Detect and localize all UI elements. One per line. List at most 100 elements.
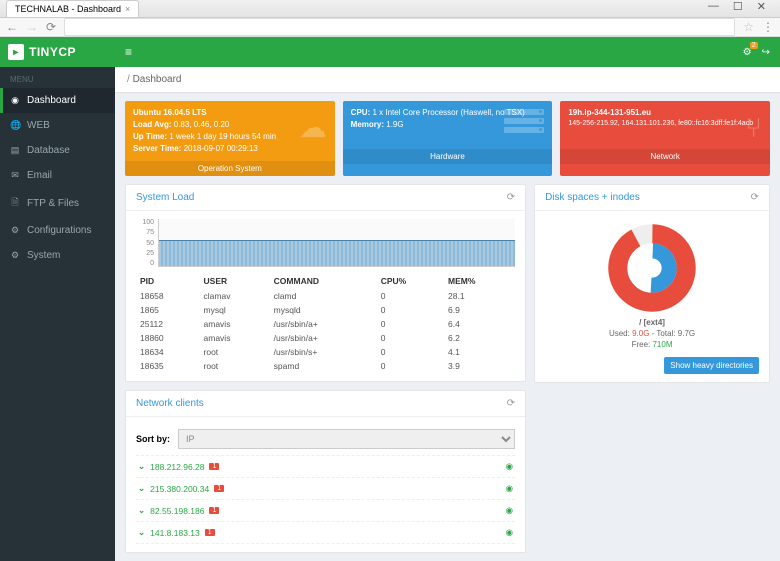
- col-header: MEM%: [444, 273, 515, 289]
- tab-title: TECHNALAB - Dashboard: [15, 4, 121, 14]
- breadcrumb: / Dashboard: [115, 67, 780, 93]
- panel-title: Disk spaces + inodes: [545, 192, 640, 203]
- window-min-icon[interactable]: ―: [708, 0, 719, 13]
- bookmark-icon[interactable]: ☆: [743, 20, 754, 34]
- nav-icon: ✉: [10, 170, 20, 181]
- infobox-net-footer[interactable]: Network: [560, 149, 770, 164]
- client-ip: 141.8.183.13: [150, 528, 200, 538]
- nav-label: Dashboard: [27, 95, 76, 106]
- chevron-down-icon: ⌄: [138, 505, 145, 516]
- client-row[interactable]: ⌄ 141.8.183.13 1 ◉: [136, 522, 515, 544]
- sidebar-item-email[interactable]: ✉ Email: [0, 163, 115, 188]
- panel-network-clients: Network clients ⟳ Sort by: IP ⌄ 188.212.9…: [125, 390, 526, 553]
- refresh-icon[interactable]: ⟳: [751, 192, 759, 203]
- table-row: 18635rootspamd03.9: [136, 359, 515, 373]
- nav-label: Database: [27, 145, 70, 156]
- browser-tab[interactable]: TECHNALAB - Dashboard ×: [6, 0, 139, 17]
- client-flag: 1: [209, 507, 219, 514]
- brand[interactable]: ▸ TINYCP: [0, 37, 115, 67]
- browser-tabbar: TECHNALAB - Dashboard × ― ☐ ✕: [0, 0, 780, 18]
- back-icon[interactable]: ←: [6, 20, 18, 34]
- table-row: 18860amavis/usr/sbin/a+06.2: [136, 331, 515, 345]
- branch-icon: ⑂: [745, 107, 762, 149]
- nav-label: Configurations: [27, 225, 91, 236]
- hamburger-icon[interactable]: ≡: [125, 45, 132, 59]
- client-ip: 215.380.200.34: [150, 484, 209, 494]
- chevron-down-icon: ⌄: [138, 527, 145, 538]
- nav-icon: ◉: [10, 95, 20, 106]
- panel-title: Network clients: [136, 398, 204, 409]
- col-header: CPU%: [377, 273, 444, 289]
- reload-icon[interactable]: ⟳: [46, 20, 56, 34]
- infobox-hardware: CPU: 1 x Intel Core Processor (Haswell, …: [343, 101, 553, 176]
- browser-addressbar: ← → ⟳ ☆ ⋮: [0, 18, 780, 37]
- client-row[interactable]: ⌄ 82.55.198.186 1 ◉: [136, 500, 515, 522]
- nav-label: FTP & Files: [27, 198, 79, 209]
- client-flag: 1: [209, 463, 219, 470]
- disk-donut-chart: [607, 223, 697, 313]
- table-row: 25112amavis/usr/sbin/a+06.4: [136, 317, 515, 331]
- sidebar-item-configurations[interactable]: ⚙ Configurations: [0, 218, 115, 243]
- globe-icon[interactable]: ◉: [506, 527, 513, 538]
- menu-header: MENU: [0, 67, 115, 88]
- nav-icon: ⚙: [10, 225, 20, 236]
- sidebar-item-system[interactable]: ⚙System: [0, 243, 115, 268]
- globe-icon[interactable]: ◉: [506, 505, 513, 516]
- window-close-icon[interactable]: ✕: [757, 0, 766, 13]
- panel-system-load: System Load ⟳ 1007550250 PIDUSERCOMMANDC…: [125, 184, 526, 382]
- refresh-icon[interactable]: ⟳: [507, 398, 515, 409]
- logo-icon: ▸: [8, 44, 24, 60]
- col-header: USER: [200, 273, 270, 289]
- client-row[interactable]: ⌄ 215.380.200.34 1 ◉: [136, 478, 515, 500]
- sidebar-item-database[interactable]: ▤ Database: [0, 138, 115, 163]
- client-row[interactable]: ⌄ 188.212.96.28 1 ◉: [136, 456, 515, 478]
- browser-menu-icon[interactable]: ⋮: [762, 20, 774, 34]
- client-ip: 188.212.96.28: [150, 462, 204, 472]
- nav-icon: 🗎: [10, 195, 20, 211]
- infobox-network: ⑂ 19h.ip-344-131-951.eu 145-256-215.92, …: [560, 101, 770, 176]
- chevron-down-icon: ⌄: [138, 483, 145, 494]
- sort-label: Sort by:: [136, 434, 170, 444]
- show-heavy-button[interactable]: Show heavy directories: [664, 357, 759, 374]
- nav-icon: 🌐: [10, 120, 20, 131]
- infobox-os-footer[interactable]: Operation System: [125, 161, 335, 176]
- window-max-icon[interactable]: ☐: [733, 0, 743, 13]
- server-icon: [504, 109, 544, 136]
- url-input[interactable]: [64, 18, 735, 36]
- table-row: 1865mysqlmysqld06.9: [136, 303, 515, 317]
- disk-mount: / [ext4]: [639, 318, 665, 327]
- col-header: PID: [136, 273, 200, 289]
- nav-label: Email: [27, 170, 52, 181]
- forward-icon[interactable]: →: [26, 20, 38, 34]
- chevron-down-icon: ⌄: [138, 461, 145, 472]
- net-title: 19h.ip-344-131-951.eu: [568, 108, 651, 117]
- chart-yaxis: 1007550250: [136, 219, 154, 267]
- infobox-hw-footer[interactable]: Hardware: [343, 149, 553, 164]
- refresh-icon[interactable]: ⟳: [507, 192, 515, 203]
- globe-icon[interactable]: ◉: [506, 461, 513, 472]
- nav-label: WEB: [27, 120, 50, 131]
- breadcrumb-root[interactable]: /: [127, 74, 130, 85]
- client-flag: 1: [205, 529, 215, 536]
- table-row: 18634root/usr/sbin/s+04.1: [136, 345, 515, 359]
- logout-icon[interactable]: ↪: [762, 47, 770, 58]
- sidebar-item-ftp-files[interactable]: 🗎 FTP & Files: [0, 188, 115, 218]
- breadcrumb-current: Dashboard: [133, 74, 182, 85]
- client-flag: 1: [214, 485, 224, 492]
- panel-disk: Disk spaces + inodes ⟳: [534, 184, 770, 383]
- sidebar-item-dashboard[interactable]: ◉ Dashboard: [0, 88, 115, 113]
- cloud-icon: ☁: [299, 107, 327, 149]
- nav-icon: ⚙: [10, 250, 20, 261]
- globe-icon[interactable]: ◉: [506, 483, 513, 494]
- close-icon[interactable]: ×: [125, 4, 130, 14]
- table-row: 18658clamavclamd028.1: [136, 289, 515, 303]
- nav-icon: ▤: [10, 145, 20, 156]
- sidebar: ▸ TINYCP MENU ◉ Dashboard 🌐 WEB ▤ Database ✉ Em…: [0, 37, 115, 561]
- sidebar-item-web[interactable]: 🌐 WEB: [0, 113, 115, 138]
- os-title: Ubuntu 16.04.5 LTS: [133, 108, 207, 117]
- sort-select[interactable]: IP: [178, 429, 515, 449]
- notifications-icon[interactable]: ⚙2: [743, 47, 752, 58]
- load-chart: [158, 219, 515, 267]
- client-ip: 82.55.198.186: [150, 506, 204, 516]
- process-table: PIDUSERCOMMANDCPU%MEM% 18658clamavclamd0…: [136, 273, 515, 373]
